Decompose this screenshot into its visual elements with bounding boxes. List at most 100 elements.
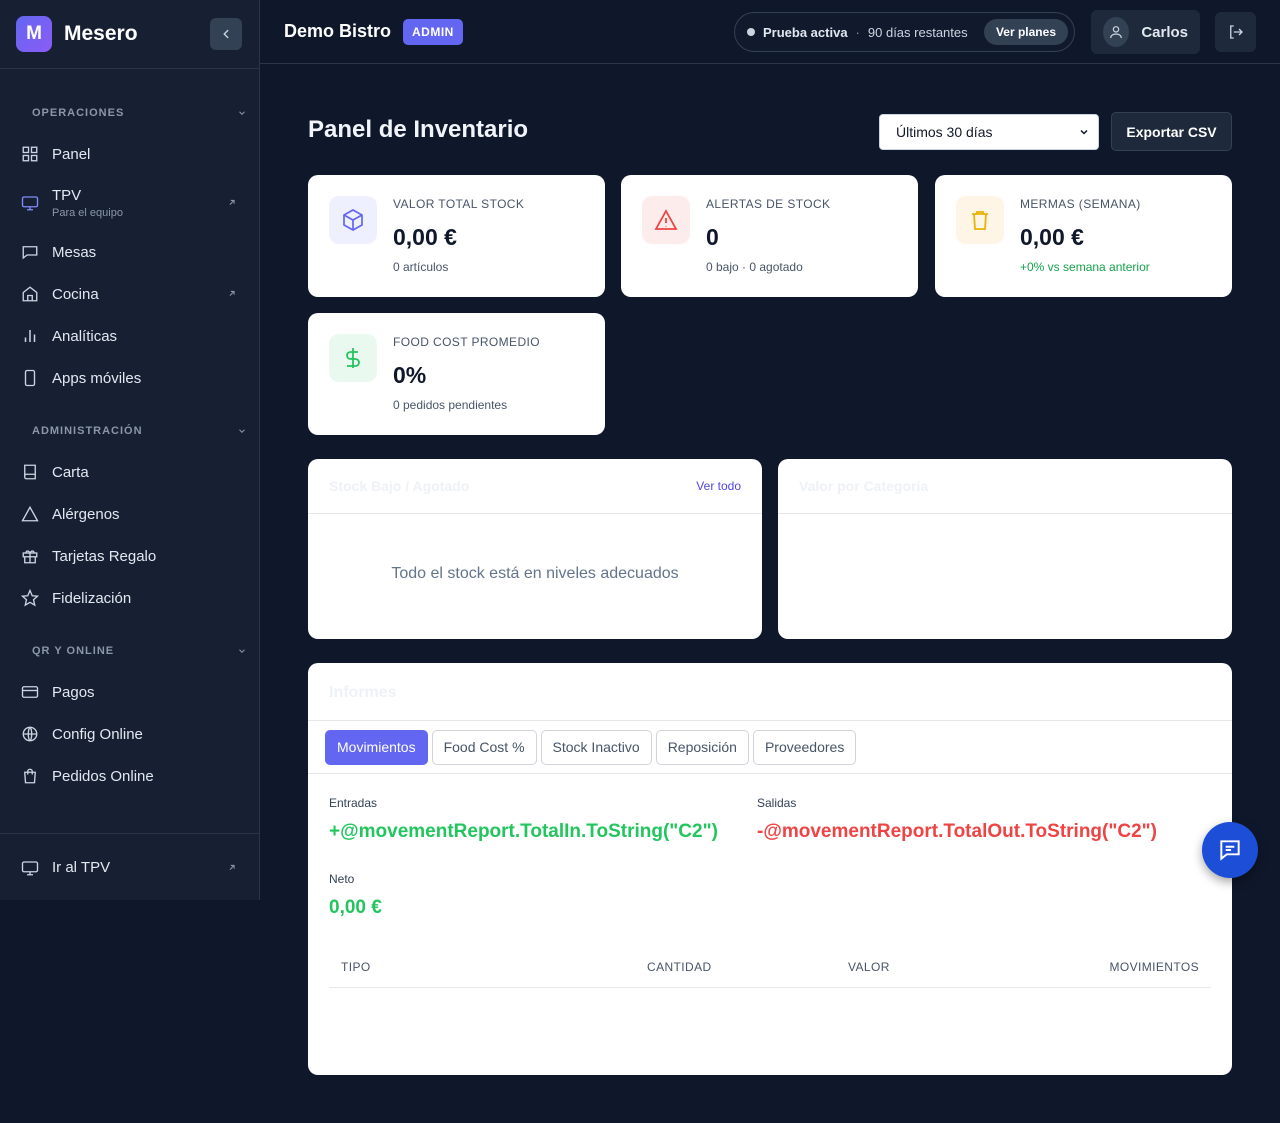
user-menu-button[interactable]: Carlos	[1091, 10, 1200, 54]
stat-label: VALOR TOTAL STOCK	[393, 197, 525, 211]
sidebar-item-panel[interactable]: Panel	[0, 133, 259, 175]
section-administracion[interactable]: ADMINISTRACIÓN	[0, 411, 259, 451]
stat-label: MERMAS (SEMANA)	[1020, 197, 1141, 211]
in-value: +@movementReport.TotalIn.ToString("C2")	[329, 821, 718, 842]
sidebar-item-fidelizacion[interactable]: Fidelización	[0, 577, 259, 619]
low-stock-panel: Stock Bajo / Agotado Ver todo Todo el st…	[308, 459, 762, 639]
sidebar-item-tpv[interactable]: TPV Para el equipo	[0, 175, 259, 231]
globe-icon	[20, 724, 40, 744]
go-to-tpv-link[interactable]: Ir al TPV	[0, 834, 259, 901]
tab-stock-inactivo[interactable]: Stock Inactivo	[540, 729, 652, 765]
box-icon	[329, 196, 377, 244]
stat-value: 0%	[393, 362, 427, 388]
sidebar-item-pagos[interactable]: Pagos	[0, 671, 259, 713]
stat-sub: +0% vs semana anterior	[1020, 260, 1150, 274]
user-name: Carlos	[1141, 23, 1188, 41]
external-link-icon	[227, 195, 237, 212]
date-range-value: Últimos 30 días	[896, 124, 993, 140]
monitor-icon	[20, 193, 40, 213]
brand-logo: M	[16, 16, 52, 52]
sidebar-item-label: Ir al TPV	[52, 859, 111, 876]
section-qr-online[interactable]: QR Y ONLINE	[0, 631, 259, 671]
sidebar-item-label: Carta	[52, 463, 89, 481]
trash-icon	[956, 196, 1004, 244]
dollar-icon	[329, 334, 377, 382]
empty-state-message: Todo el stock está en niveles adecuados	[391, 565, 679, 582]
column-header: TIPO	[341, 960, 371, 974]
brand-name: Mesero	[64, 22, 138, 45]
sidebar-item-label: Config Online	[52, 725, 143, 743]
user-icon	[1103, 17, 1130, 47]
log-out-icon	[1229, 25, 1243, 39]
stat-label: ALERTAS DE STOCK	[706, 197, 831, 211]
panel-title: Valor por Categoría	[799, 478, 929, 494]
chevron-down-icon	[239, 111, 245, 115]
stat-sub: 0 artículos	[393, 260, 449, 274]
category-value-panel: Valor por Categoría	[778, 459, 1232, 639]
section-operaciones[interactable]: OPERACIONES	[0, 93, 259, 133]
sidebar-item-label: Analíticas	[52, 327, 118, 345]
sidebar-item-label: Alérgenos	[52, 505, 120, 523]
sidebar-item-config-online[interactable]: Config Online	[0, 713, 259, 755]
out-value: -@movementReport.TotalOut.ToString("C2")	[757, 821, 1157, 842]
tab-reposicion[interactable]: Reposición	[655, 729, 749, 765]
trial-banner: Prueba activa · 90 días restantes Ver pl…	[734, 12, 1075, 52]
date-range-select[interactable]: Últimos 30 días	[879, 114, 1099, 150]
chat-button[interactable]	[1202, 822, 1258, 878]
collapse-sidebar-button[interactable]	[210, 18, 242, 50]
tab-food-cost[interactable]: Food Cost %	[431, 729, 537, 765]
monitor-icon	[20, 858, 40, 878]
alert-triangle-icon	[642, 196, 690, 244]
sidebar: M Mesero OPERACIONES Panel TPV Para el e…	[0, 0, 260, 900]
stat-label: FOOD COST PROMEDIO	[393, 335, 540, 349]
sidebar-item-label: Apps móviles	[52, 369, 142, 387]
external-link-icon	[227, 286, 237, 303]
star-icon	[20, 588, 40, 608]
sidebar-item-label: Panel	[52, 145, 91, 163]
net-label: Neto	[329, 872, 355, 886]
sidebar-item-tarjetas-regalo[interactable]: Tarjetas Regalo	[0, 535, 259, 577]
sidebar-item-label: Mesas	[52, 243, 97, 261]
sidebar-item-label: Fidelización	[52, 589, 132, 607]
chevron-left-icon	[223, 29, 229, 39]
sidebar-item-carta[interactable]: Carta	[0, 451, 259, 493]
chevron-down-icon	[239, 429, 245, 433]
sidebar-item-mesas[interactable]: Mesas	[0, 231, 259, 273]
grid-icon	[20, 144, 40, 164]
column-header: CANTIDAD	[647, 960, 712, 974]
sidebar-item-alergenos[interactable]: Alérgenos	[0, 493, 259, 535]
logout-button[interactable]	[1215, 12, 1256, 52]
view-plans-button[interactable]: Ver planes	[983, 19, 1068, 45]
stat-sub: 0 pedidos pendientes	[393, 398, 508, 412]
column-header: MOVIMIENTOS	[1109, 960, 1199, 974]
stat-sub: 0 bajo · 0 agotado	[706, 260, 803, 274]
sidebar-item-label: Pagos	[52, 683, 95, 701]
stat-card-food-cost: FOOD COST PROMEDIO 0% 0 pedidos pendient…	[308, 313, 605, 435]
section-title: ADMINISTRACIÓN	[32, 425, 143, 437]
bar-chart-icon	[20, 326, 40, 346]
external-link-icon	[227, 859, 237, 876]
table-header: TIPO CANTIDAD VALOR MOVIMIENTOS	[329, 946, 1211, 988]
sidebar-nav: OPERACIONES Panel TPV Para el equipo Mes…	[0, 69, 259, 833]
smartphone-icon	[20, 368, 40, 388]
tab-proveedores[interactable]: Proveedores	[752, 729, 857, 765]
column-header: VALOR	[848, 960, 890, 974]
sidebar-item-label: TPV	[52, 187, 82, 204]
sidebar-item-apps-moviles[interactable]: Apps móviles	[0, 357, 259, 399]
message-square-icon	[20, 242, 40, 262]
sidebar-item-analiticas[interactable]: Analíticas	[0, 315, 259, 357]
section-title: OPERACIONES	[32, 107, 125, 119]
status-dot-icon	[747, 28, 755, 36]
shop-name: Demo Bistro	[284, 21, 392, 41]
out-label: Salidas	[757, 796, 797, 810]
trial-separator: ·	[855, 24, 860, 40]
tab-movimientos[interactable]: Movimientos	[325, 729, 428, 765]
brand: M Mesero	[0, 0, 259, 69]
panel-title: Informes	[329, 684, 397, 701]
sidebar-item-cocina[interactable]: Cocina	[0, 273, 259, 315]
home-icon	[20, 284, 40, 304]
see-all-link[interactable]: Ver todo	[696, 479, 741, 493]
net-value: 0,00 €	[329, 897, 382, 918]
export-csv-button[interactable]: Exportar CSV	[1111, 112, 1232, 151]
sidebar-item-pedidos-online[interactable]: Pedidos Online	[0, 755, 259, 797]
